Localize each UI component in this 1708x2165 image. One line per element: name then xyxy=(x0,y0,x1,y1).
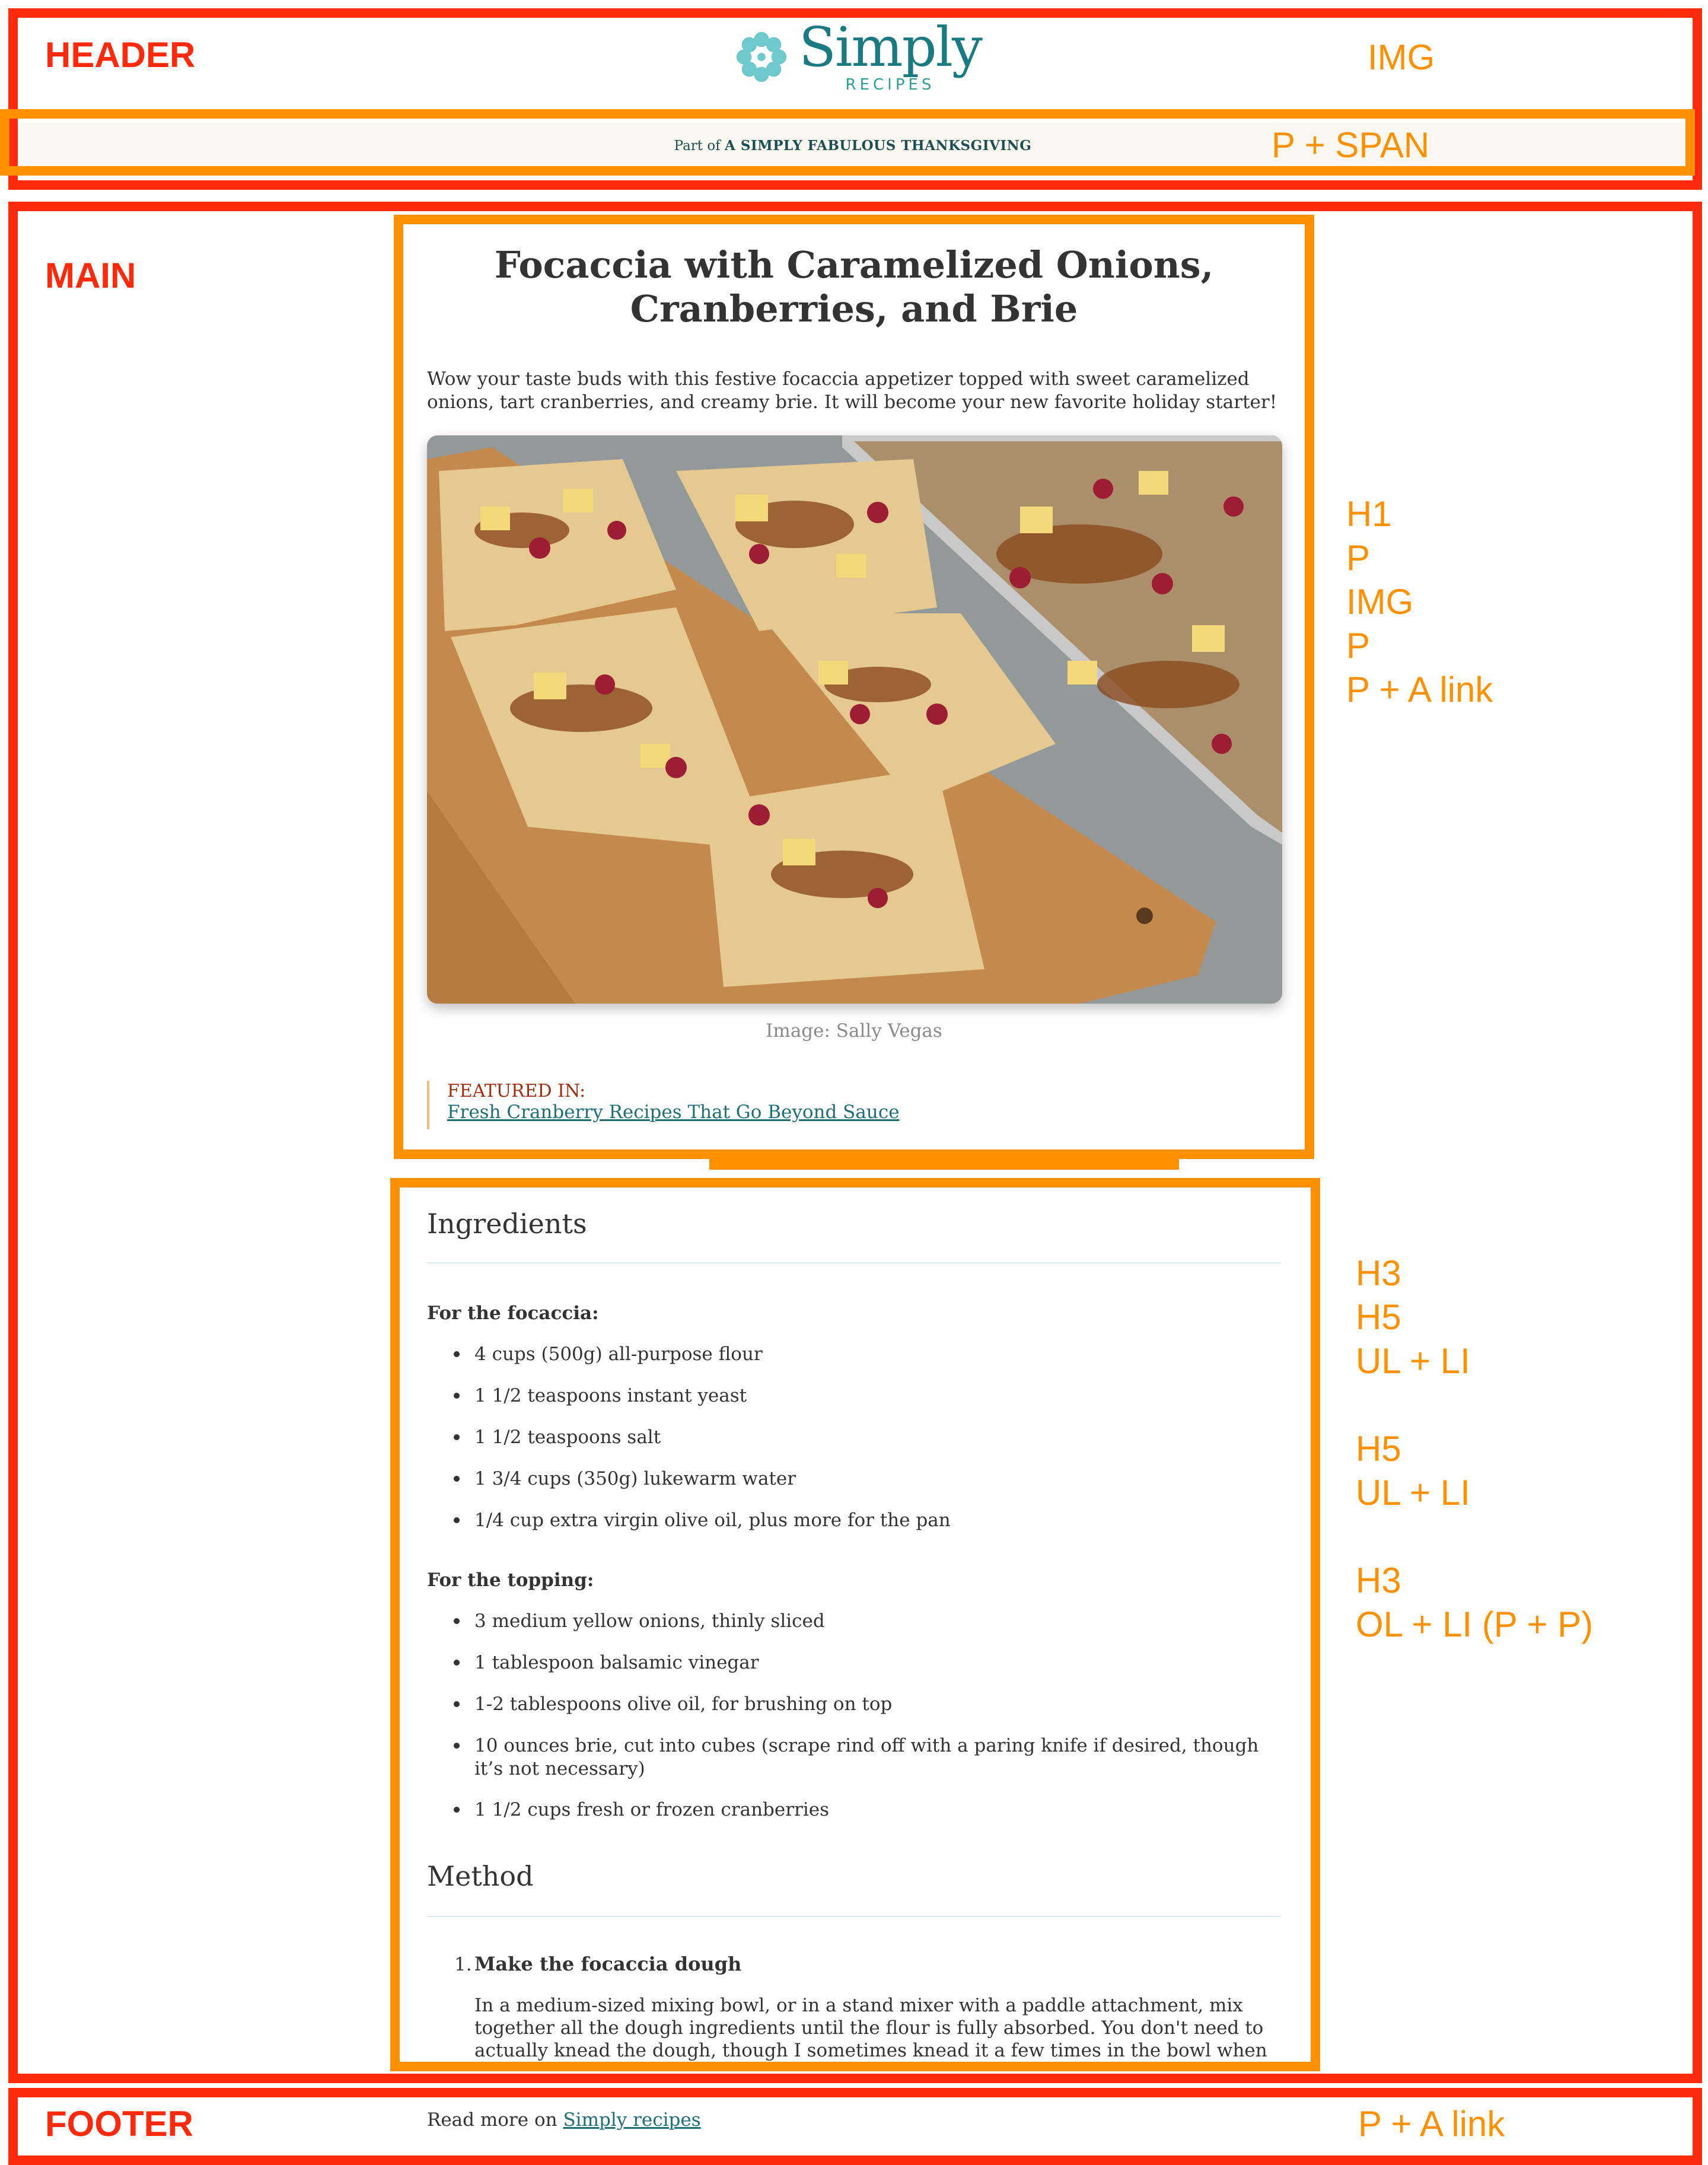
footer-label: FOOTER xyxy=(45,2104,193,2144)
header-label: HEADER xyxy=(45,35,196,75)
footer-text: Read more on Simply recipes xyxy=(427,2109,701,2131)
article-tags-label: H1 P IMG P P + A link xyxy=(1346,494,1493,709)
recipe-body-outline xyxy=(390,1178,1320,2071)
header: Simply RECIPES Part of A SIMPLY FABULOUS… xyxy=(0,0,1708,190)
article-header-outline xyxy=(394,215,1314,1159)
footer-prefix: Read more on xyxy=(427,2109,557,2131)
banner-label: P + SPAN xyxy=(1272,125,1430,165)
recipe-body: Ingredients For the focaccia: 4 cups (50… xyxy=(390,1178,1320,2071)
banner-outline xyxy=(0,109,1695,176)
footer-tags-label: P + A link xyxy=(1358,2104,1505,2144)
header-img-label: IMG xyxy=(1368,37,1435,77)
article-header: Focaccia with Caramelized Onions, Cranbe… xyxy=(394,215,1314,1169)
footer: FOOTER Read more on Simply recipes P + A… xyxy=(0,2082,1708,2165)
ingredients-tags-label: H3 H5 UL + LI H5 UL + LI H3 OL + LI (P +… xyxy=(1356,1253,1594,1644)
main-label: MAIN xyxy=(45,256,136,295)
article-header-tab xyxy=(709,1157,1179,1170)
footer-link[interactable]: Simply recipes xyxy=(563,2109,700,2131)
